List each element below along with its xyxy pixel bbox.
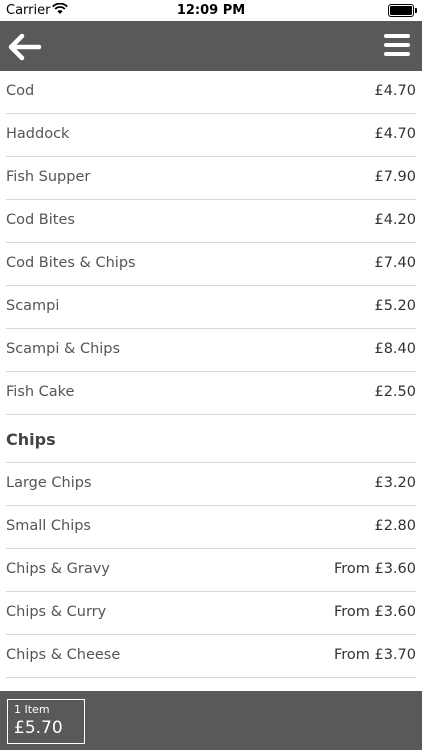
menu-item-name: Fish Supper: [6, 169, 91, 185]
menu-item-row[interactable]: Cod £4.70: [6, 71, 416, 114]
arrow-left-icon: [8, 33, 42, 61]
menu-item-price: £4.20: [374, 212, 416, 228]
battery-icon: [388, 4, 417, 17]
menu-item-price: £5.20: [374, 298, 416, 314]
menu-item-name: Cod: [6, 83, 35, 99]
menu-item-row[interactable]: Fish Supper £7.90: [6, 157, 416, 200]
basket-total: £5.70: [14, 718, 63, 738]
menu-button[interactable]: [384, 34, 412, 58]
menu-item-name: Scampi & Chips: [6, 341, 121, 357]
menu-item-price: £2.50: [374, 384, 416, 400]
menu-item-price: £3.20: [374, 475, 416, 491]
menu-item-price: From £3.60: [333, 604, 416, 620]
menu-item-name: Haddock: [6, 126, 70, 142]
menu-item-row[interactable]: Scampi & Chips £8.40: [6, 329, 416, 372]
menu-item-name: Cod Bites: [6, 212, 75, 228]
menu-item-row[interactable]: Scampi £5.20: [6, 286, 416, 329]
menu-item-row[interactable]: Chips & Gravy From £3.60: [6, 549, 416, 592]
hamburger-menu-icon: [384, 34, 410, 38]
menu-item-name: Chips & Curry: [6, 604, 107, 620]
back-button[interactable]: [8, 33, 42, 61]
menu-item-price: £7.90: [374, 169, 416, 185]
menu-item-row[interactable]: Cod Bites & Chips £7.40: [6, 243, 416, 286]
menu-item-price: £4.70: [374, 83, 416, 99]
basket-bar: 1 Item £5.70: [0, 691, 422, 750]
menu-item-price: £4.70: [374, 126, 416, 142]
menu-item-name: Scampi: [6, 298, 60, 314]
menu-item-name: Large Chips: [6, 475, 92, 491]
menu-item-price: £8.40: [374, 341, 416, 357]
menu-item-row[interactable]: Chips & Beans & CheeseFrom £3.90: [6, 678, 416, 691]
menu-item-price: £2.80: [374, 518, 416, 534]
section-header-chips: Chips: [6, 415, 416, 463]
menu-item-name: Fish Cake: [6, 384, 75, 400]
menu-item-row[interactable]: Chips & Curry From £3.60: [6, 592, 416, 635]
menu-item-name: Chips & Cheese: [6, 647, 121, 663]
clock: 12:09 PM: [176, 3, 246, 18]
menu-item-row[interactable]: Chips & Cheese From £3.70: [6, 635, 416, 678]
menu-item-price: From £3.60: [333, 561, 416, 577]
section-title: Chips: [6, 430, 56, 449]
basket-button[interactable]: 1 Item £5.70: [7, 699, 85, 744]
menu-item-row[interactable]: Large Chips £3.20: [6, 463, 416, 506]
menu-item-name: Cod Bites & Chips: [6, 255, 136, 271]
basket-item-count: 1 Item: [14, 703, 50, 716]
menu-list[interactable]: Cod £4.70 Haddock £4.70 Fish Supper £7.90 Cod …: [0, 71, 422, 691]
status-bar: Carrier 12:09 PM: [0, 0, 422, 21]
menu-item-price: From £3.70: [333, 647, 416, 663]
menu-item-row[interactable]: Small Chips £2.80: [6, 506, 416, 549]
menu-item-name: Chips & Gravy: [6, 561, 110, 577]
menu-item-name: Small Chips: [6, 518, 91, 534]
menu-item-row[interactable]: Cod Bites £4.20: [6, 200, 416, 243]
menu-item-row[interactable]: Haddock £4.70: [6, 114, 416, 157]
menu-item-row[interactable]: Fish Cake £2.50: [6, 372, 416, 415]
menu-item-price: £7.40: [374, 255, 416, 271]
navigation-bar: [0, 21, 422, 71]
